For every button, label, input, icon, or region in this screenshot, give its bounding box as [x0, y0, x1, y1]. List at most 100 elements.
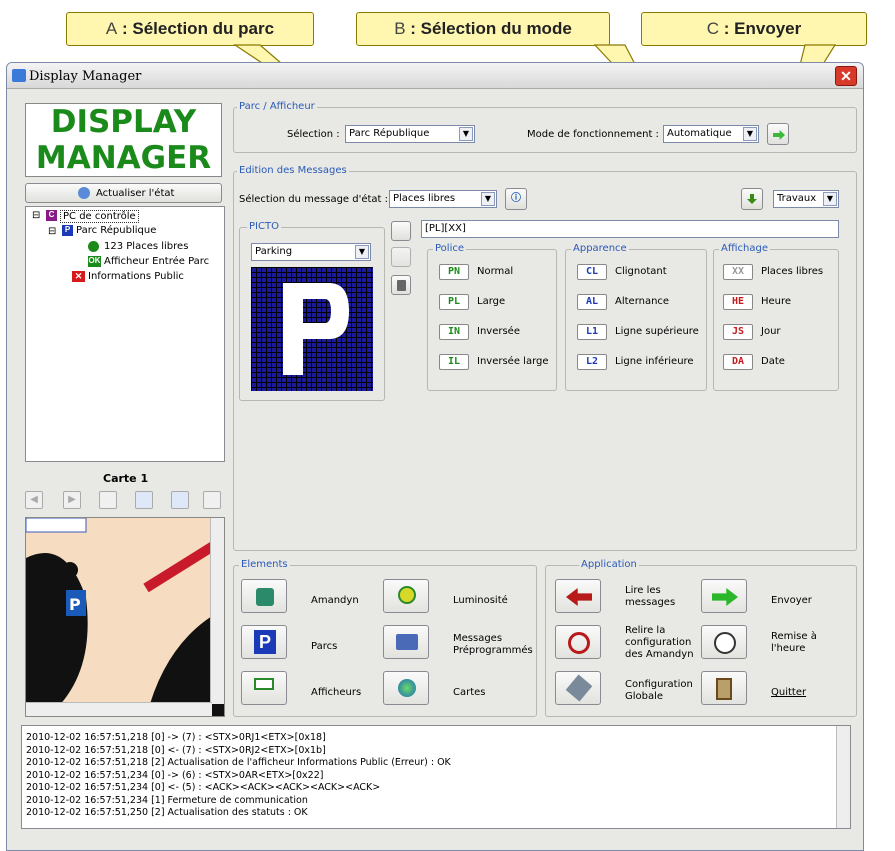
device-tree: ⊟ C PC de contrôle ⊟ P Parc République 1…	[25, 206, 225, 462]
mode-label: Mode de fonctionnement :	[527, 129, 659, 140]
state-message-select[interactable]: Places libres ▼	[389, 190, 497, 208]
travaux-button[interactable]	[741, 188, 763, 210]
picto-select[interactable]: Parking ▼	[251, 243, 371, 261]
afficheurs-label: Afficheurs	[311, 687, 362, 698]
police-pn-button[interactable]: PN	[439, 264, 469, 280]
tree-item-display[interactable]: Afficheur Entrée Parc	[104, 256, 209, 267]
chevron-down-icon: ▼	[823, 192, 837, 206]
tree-item-info[interactable]: Informations Public	[88, 271, 184, 282]
time-reset-label: Remise à l'heure	[771, 631, 817, 654]
luminosite-button[interactable]	[383, 579, 429, 613]
affichage-he-button[interactable]: HE	[723, 294, 753, 310]
amandyn-icon	[256, 588, 274, 606]
clock-icon	[714, 632, 736, 654]
parking-icon: P	[254, 630, 276, 654]
arrow-left-icon	[566, 588, 592, 606]
status-green-icon	[88, 241, 99, 252]
svg-text:P: P	[69, 595, 81, 614]
affichage-js-button[interactable]: JS	[723, 324, 753, 340]
amandyn-button[interactable]	[241, 579, 287, 613]
map-vscrollbar[interactable]	[210, 518, 224, 704]
police-il-button[interactable]: IL	[439, 354, 469, 370]
read-messages-button[interactable]	[555, 579, 601, 613]
log-line: 2010-12-02 16:57:51,218 [0] <- (7) : <ST…	[26, 744, 326, 756]
elements-title: Elements	[239, 559, 290, 571]
arrow-right-icon	[773, 130, 785, 140]
ok-badge-icon: OK	[88, 256, 101, 267]
brightness-icon	[398, 586, 416, 604]
envoyer-button[interactable]	[701, 579, 747, 613]
affichage-title: Affichage	[719, 243, 770, 255]
chevron-down-icon: ▼	[355, 245, 369, 259]
tree-item-places[interactable]: 123 Places libres	[104, 241, 188, 252]
apparence-cl-button[interactable]: CL	[577, 264, 607, 280]
log-line: 2010-12-02 16:57:51,218 [0] -> (7) : <ST…	[26, 732, 326, 743]
reload-icon	[568, 632, 590, 654]
police-pl-button[interactable]: PL	[439, 294, 469, 310]
parcs-label: Parcs	[311, 641, 338, 652]
map-fit-icon[interactable]	[99, 491, 117, 509]
doc-button[interactable]	[391, 221, 411, 241]
arrow-down-icon	[747, 194, 757, 204]
tree-item-park[interactable]: Parc République	[76, 225, 156, 236]
cartes-button[interactable]	[383, 671, 429, 705]
afficheurs-button[interactable]	[241, 671, 287, 705]
map-reset-icon[interactable]	[203, 491, 221, 509]
affichage-da-button[interactable]: DA	[723, 354, 753, 370]
mode-select[interactable]: Automatique ▼	[663, 125, 759, 143]
message-code-input[interactable]: [PL][XX]	[421, 220, 839, 238]
sign-icon	[254, 678, 274, 690]
state-info-button[interactable]: ⓘ	[505, 188, 527, 210]
parking-picto	[283, 283, 349, 375]
log-lines: 2010-12-02 16:57:51,218 [0] -> (7) : <ST…	[26, 732, 451, 820]
envoyer-label: Envoyer	[771, 595, 812, 606]
globe-icon	[398, 679, 416, 697]
log-scrollbar[interactable]	[836, 726, 850, 828]
display-manager-window: Display Manager ✕ DISPLAY MANAGER Actuali…	[6, 62, 864, 851]
park-select[interactable]: Parc République ▼	[345, 125, 475, 143]
quit-button[interactable]	[701, 671, 747, 705]
affichage-da-label: Date	[761, 356, 785, 367]
map-view[interactable]: P	[25, 517, 225, 717]
apparence-al-button[interactable]: AL	[577, 294, 607, 310]
log-line: 2010-12-02 16:57:51,250 [2] Actualisatio…	[26, 807, 308, 818]
trash-button[interactable]	[391, 275, 411, 295]
refresh-status-button[interactable]: Actualiser l'état	[25, 183, 222, 203]
apparence-title: Apparence	[571, 243, 629, 255]
luminosite-label: Luminosité	[453, 595, 508, 606]
chevron-down-icon: ▼	[459, 127, 473, 141]
apparence-l2-button[interactable]: L2	[577, 354, 607, 370]
application-title: Application	[579, 559, 639, 571]
log-line: 2010-12-02 16:57:51,218 [2] Actualisatio…	[26, 757, 451, 768]
map-hscrollbar[interactable]	[26, 702, 212, 716]
global-config-button[interactable]	[555, 671, 601, 705]
messages-button[interactable]	[383, 625, 429, 659]
apparence-l2-label: Ligne inférieure	[615, 356, 694, 367]
affichage-xx-button[interactable]: XX	[723, 264, 753, 280]
parc-group-title: Parc / Afficheur	[237, 101, 317, 113]
title-bar: Display Manager ✕	[7, 63, 863, 89]
affichage-he-label: Heure	[761, 296, 792, 307]
messages-label: Messages Préprogrammés	[453, 633, 533, 656]
zoom-in-icon[interactable]	[171, 491, 189, 509]
log-panel[interactable]: 2010-12-02 16:57:51,218 [0] -> (7) : <ST…	[21, 725, 851, 829]
time-reset-button[interactable]	[701, 625, 747, 659]
police-in-label: Inversée	[477, 326, 520, 337]
copy-button[interactable]	[391, 247, 411, 267]
apparence-l1-button[interactable]: L1	[577, 324, 607, 340]
close-button[interactable]: ✕	[835, 66, 857, 86]
travaux-select[interactable]: Travaux ▼	[773, 190, 839, 208]
map-prev-button[interactable]: ◀	[25, 491, 43, 509]
window-title: Display Manager	[29, 69, 142, 84]
map-next-button[interactable]: ▶	[63, 491, 81, 509]
error-icon: ✕	[72, 271, 85, 282]
police-in-button[interactable]: IN	[439, 324, 469, 340]
read-messages-label: Lire les messages	[625, 585, 676, 608]
tree-item-pc[interactable]: PC de contrôle	[60, 210, 139, 223]
map-title: Carte 1	[103, 472, 149, 485]
reload-config-button[interactable]	[555, 625, 601, 659]
pc-icon: C	[46, 210, 57, 221]
parcs-button[interactable]: P	[241, 625, 287, 659]
send-arrow-button[interactable]	[767, 123, 789, 145]
zoom-out-icon[interactable]	[135, 491, 153, 509]
